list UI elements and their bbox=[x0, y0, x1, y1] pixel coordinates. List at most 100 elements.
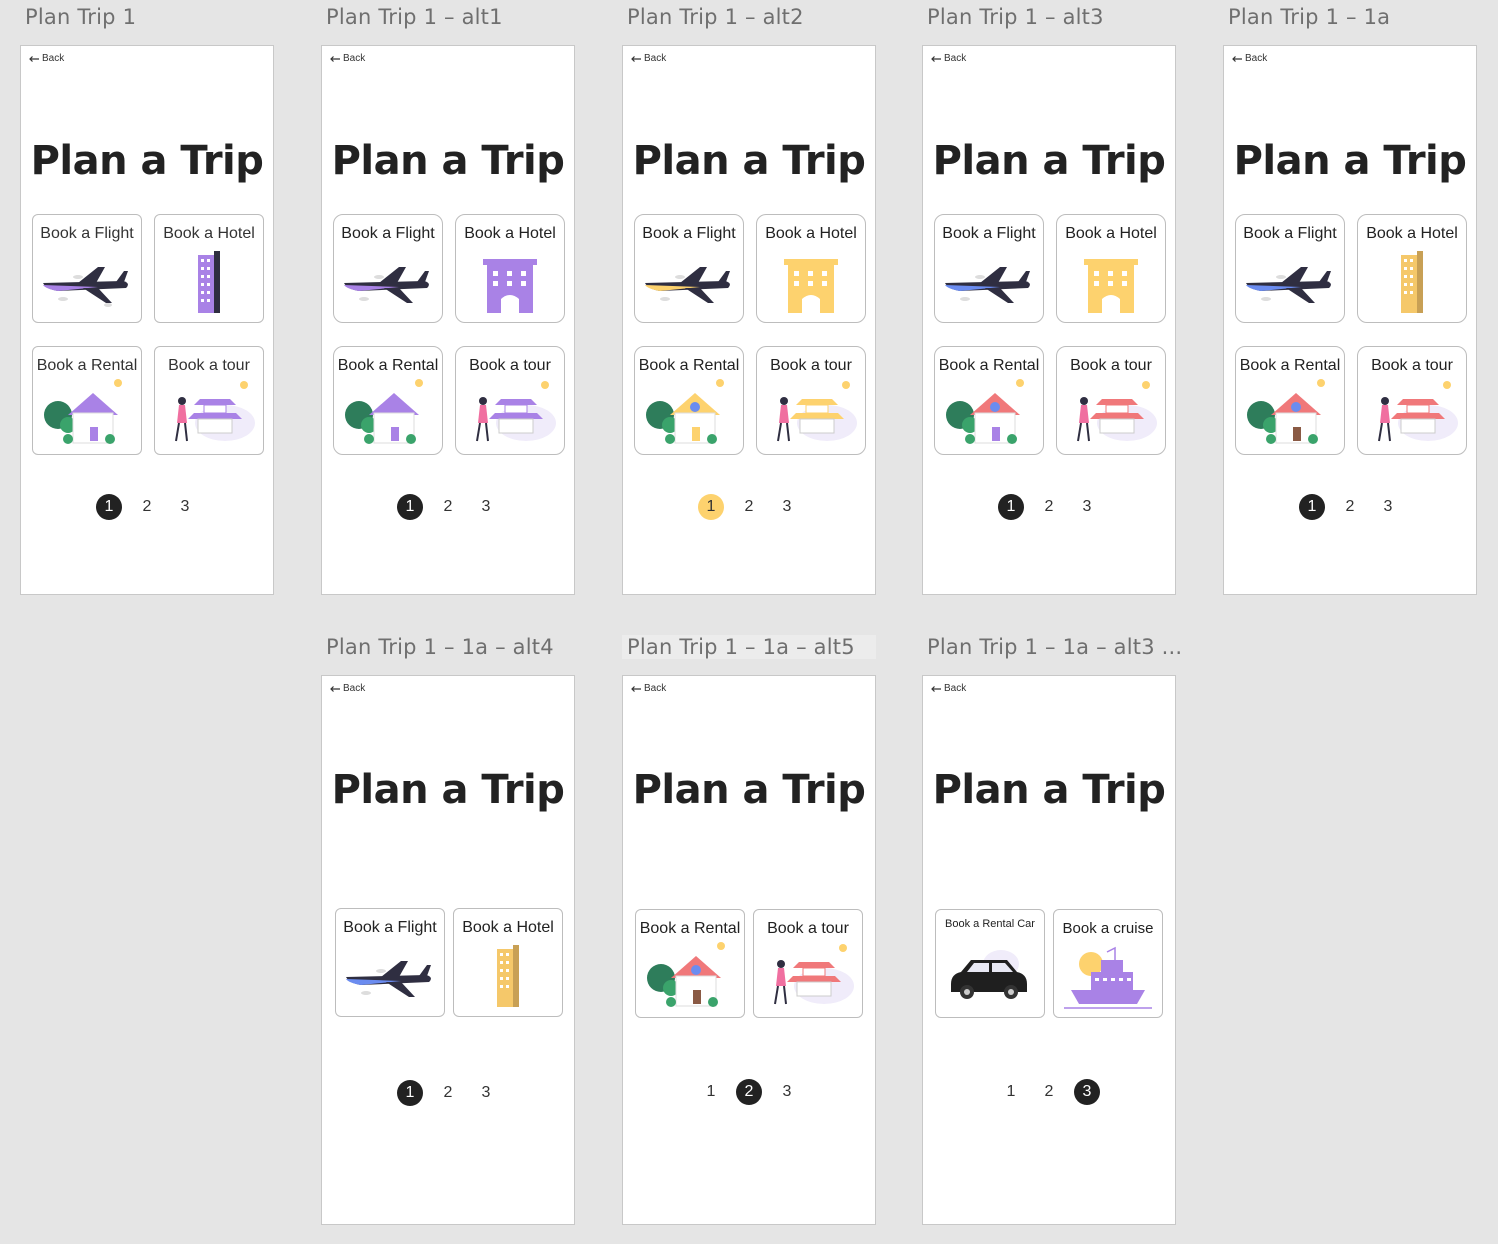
card-book-rental[interactable]: Book a Rental bbox=[934, 346, 1044, 455]
back-link[interactable]: Back bbox=[330, 53, 365, 64]
page-3[interactable]: 3 bbox=[774, 1079, 800, 1105]
card-book-flight[interactable]: Book a Flight bbox=[333, 214, 443, 323]
page-2[interactable]: 2 bbox=[1337, 494, 1363, 520]
page-1[interactable]: 1 bbox=[96, 494, 122, 520]
pagoda-tour-icon bbox=[1378, 381, 1458, 442]
card-book-hotel[interactable]: Book a Hotel bbox=[1357, 214, 1467, 323]
page-1[interactable]: 1 bbox=[698, 1079, 724, 1105]
card-book-hotel[interactable]: Book a Hotel bbox=[756, 214, 866, 323]
page-title: Plan a Trip bbox=[30, 138, 264, 184]
artboard-label: Plan Trip 1 – alt3 bbox=[927, 5, 1104, 29]
page-2[interactable]: 2 bbox=[134, 494, 160, 520]
artboard-label: Plan Trip 1 – alt1 bbox=[326, 5, 503, 29]
hotel-building-icon bbox=[1401, 251, 1423, 313]
card-label: Book a tour bbox=[1371, 357, 1453, 374]
page-1[interactable]: 1 bbox=[998, 1079, 1024, 1105]
back-label: Back bbox=[343, 683, 366, 694]
card-book-hotel[interactable]: Book a Hotel bbox=[453, 908, 563, 1017]
page-1[interactable]: 1 bbox=[397, 494, 423, 520]
house-icon bbox=[946, 379, 1024, 444]
card-label: Book a Rental bbox=[337, 357, 439, 374]
card-book-tour[interactable]: Book a tour bbox=[154, 346, 264, 455]
house-icon bbox=[1247, 379, 1325, 444]
airplane-icon bbox=[43, 267, 128, 307]
artboard-label: Plan Trip 1 – alt2 bbox=[627, 5, 804, 29]
card-book-rental[interactable]: Book a Rental bbox=[635, 909, 745, 1018]
back-link[interactable]: Back bbox=[931, 53, 966, 64]
back-arrow-icon bbox=[931, 55, 941, 62]
pagination: 1 2 3 bbox=[623, 1079, 875, 1105]
back-link[interactable]: Back bbox=[330, 683, 365, 694]
page-2[interactable]: 2 bbox=[736, 1079, 762, 1105]
card-label: Book a tour bbox=[770, 357, 852, 374]
card-book-tour[interactable]: Book a tour bbox=[1357, 346, 1467, 455]
card-book-hotel[interactable]: Book a Hotel bbox=[1056, 214, 1166, 323]
back-label: Back bbox=[944, 683, 967, 694]
card-label: Book a Flight bbox=[341, 225, 435, 242]
card-label: Book a Rental Car bbox=[945, 918, 1035, 930]
back-arrow-icon bbox=[1232, 55, 1242, 62]
back-link[interactable]: Back bbox=[931, 683, 966, 694]
page-2[interactable]: 2 bbox=[1036, 1079, 1062, 1105]
artboard-plan-trip-1-1a-alt3[interactable]: Back Plan a Trip Book a Rental Car Book … bbox=[922, 675, 1176, 1225]
card-book-tour[interactable]: Book a tour bbox=[753, 909, 863, 1018]
back-arrow-icon bbox=[631, 685, 641, 692]
card-book-rental[interactable]: Book a Rental bbox=[32, 346, 142, 455]
card-book-flight[interactable]: Book a Flight bbox=[934, 214, 1044, 323]
page-1[interactable]: 1 bbox=[998, 494, 1024, 520]
card-book-flight[interactable]: Book a Flight bbox=[335, 908, 445, 1017]
card-label: Book a tour bbox=[168, 357, 250, 374]
artboard-label: Plan Trip 1 – 1a – alt4 bbox=[326, 635, 554, 659]
back-link[interactable]: Back bbox=[631, 683, 666, 694]
page-3[interactable]: 3 bbox=[774, 494, 800, 520]
pagination: 1 2 3 bbox=[1224, 494, 1476, 520]
card-book-tour[interactable]: Book a tour bbox=[1056, 346, 1166, 455]
back-arrow-icon bbox=[330, 55, 340, 62]
page-2[interactable]: 2 bbox=[736, 494, 762, 520]
card-label: Book a Flight bbox=[343, 919, 437, 936]
page-3[interactable]: 3 bbox=[1074, 1079, 1100, 1105]
artboard-plan-trip-1-alt3[interactable]: Back Plan a Trip Book a Flight Book a Ho… bbox=[922, 45, 1176, 595]
card-book-flight[interactable]: Book a Flight bbox=[32, 214, 142, 323]
page-3[interactable]: 3 bbox=[473, 1080, 499, 1106]
artboard-plan-trip-1-1a[interactable]: Back Plan a Trip Book a Flight Book a Ho… bbox=[1223, 45, 1477, 595]
page-3[interactable]: 3 bbox=[473, 494, 499, 520]
artboard-plan-trip-1-alt1[interactable]: Back Plan a Trip Book a Flight Book a Ho… bbox=[321, 45, 575, 595]
page-1[interactable]: 1 bbox=[1299, 494, 1325, 520]
page-3[interactable]: 3 bbox=[172, 494, 198, 520]
card-book-flight[interactable]: Book a Flight bbox=[634, 214, 744, 323]
page-title: Plan a Trip bbox=[331, 767, 565, 813]
card-book-flight[interactable]: Book a Flight bbox=[1235, 214, 1345, 323]
card-book-tour[interactable]: Book a tour bbox=[756, 346, 866, 455]
card-label: Book a Rental bbox=[639, 920, 741, 937]
card-book-rental[interactable]: Book a Rental bbox=[1235, 346, 1345, 455]
card-book-hotel[interactable]: Book a Hotel bbox=[154, 214, 264, 323]
artboard-plan-trip-1-1a-alt5[interactable]: Back Plan a Trip Book a Rental Book a to… bbox=[622, 675, 876, 1225]
page-2[interactable]: 2 bbox=[435, 1080, 461, 1106]
page-2[interactable]: 2 bbox=[1036, 494, 1062, 520]
back-link[interactable]: Back bbox=[631, 53, 666, 64]
card-book-cruise[interactable]: Book a cruise bbox=[1053, 909, 1163, 1018]
card-book-hotel[interactable]: Book a Hotel bbox=[455, 214, 565, 323]
card-book-rental-car[interactable]: Book a Rental Car bbox=[935, 909, 1045, 1018]
card-book-rental[interactable]: Book a Rental bbox=[634, 346, 744, 455]
back-arrow-icon bbox=[29, 55, 39, 62]
page-3[interactable]: 3 bbox=[1375, 494, 1401, 520]
card-book-tour[interactable]: Book a tour bbox=[455, 346, 565, 455]
page-1[interactable]: 1 bbox=[397, 1080, 423, 1106]
artboard-plan-trip-1-alt2[interactable]: Back Plan a Trip Book a Flight Book a Ho… bbox=[622, 45, 876, 595]
page-3[interactable]: 3 bbox=[1074, 494, 1100, 520]
back-label: Back bbox=[944, 53, 967, 64]
back-arrow-icon bbox=[931, 685, 941, 692]
artboard-plan-trip-1[interactable]: Back Plan a Trip Book a Flight Book a Ho… bbox=[20, 45, 274, 595]
back-link[interactable]: Back bbox=[29, 53, 64, 64]
airplane-icon bbox=[346, 961, 431, 997]
back-link[interactable]: Back bbox=[1232, 53, 1267, 64]
back-label: Back bbox=[644, 683, 667, 694]
card-label: Book a Rental bbox=[638, 357, 740, 374]
page-2[interactable]: 2 bbox=[435, 494, 461, 520]
artboard-plan-trip-1-1a-alt4[interactable]: Back Plan a Trip Book a Flight Book a Ho… bbox=[321, 675, 575, 1225]
page-1[interactable]: 1 bbox=[698, 494, 724, 520]
card-label: Book a Flight bbox=[642, 225, 736, 242]
card-book-rental[interactable]: Book a Rental bbox=[333, 346, 443, 455]
